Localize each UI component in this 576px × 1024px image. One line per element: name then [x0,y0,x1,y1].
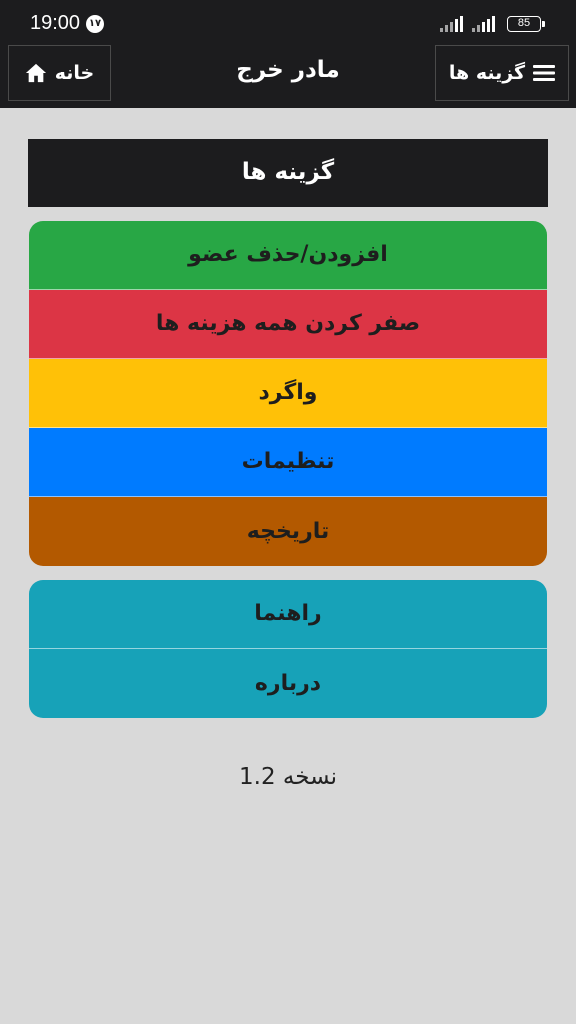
home-icon [25,63,46,83]
notification-badge: ۱۷ [86,15,104,33]
status-time: 19:00 [30,12,81,34]
home-button[interactable]: خانه [8,45,111,101]
add-remove-member-button[interactable]: افزودن/حذف عضو [29,221,547,290]
settings-button[interactable]: تنظیمات [29,428,547,497]
options-menu-button[interactable]: گزینه ها [435,45,569,101]
help-button[interactable]: راهنما [29,580,547,649]
history-button[interactable]: تاریخچه [29,497,547,566]
version-label: نسخه 1.2 [239,764,337,790]
signal-strength-icon [440,16,466,32]
battery-indicator: 85 [507,16,545,32]
options-panel-title: گزینه ها [28,139,548,207]
secondary-menu-group: راهنما درباره [29,580,547,718]
app-header: خانه مادر خرج گزینه ها [0,44,576,108]
options-button-label: گزینه ها [448,62,526,84]
home-button-label: خانه [54,62,95,84]
hamburger-menu-icon [533,65,556,81]
undo-button[interactable]: واگرد [29,359,547,428]
primary-menu-group: افزودن/حذف عضو صفر کردن همه هزینه ها واگ… [29,221,547,566]
about-button[interactable]: درباره [29,649,547,718]
app-title: مادر خرج [236,57,340,83]
reset-all-expenses-button[interactable]: صفر کردن همه هزینه ها [29,290,547,359]
signal-strength-icon [472,16,498,32]
status-bar: 19:00 ۱۷ 85 [0,0,576,44]
